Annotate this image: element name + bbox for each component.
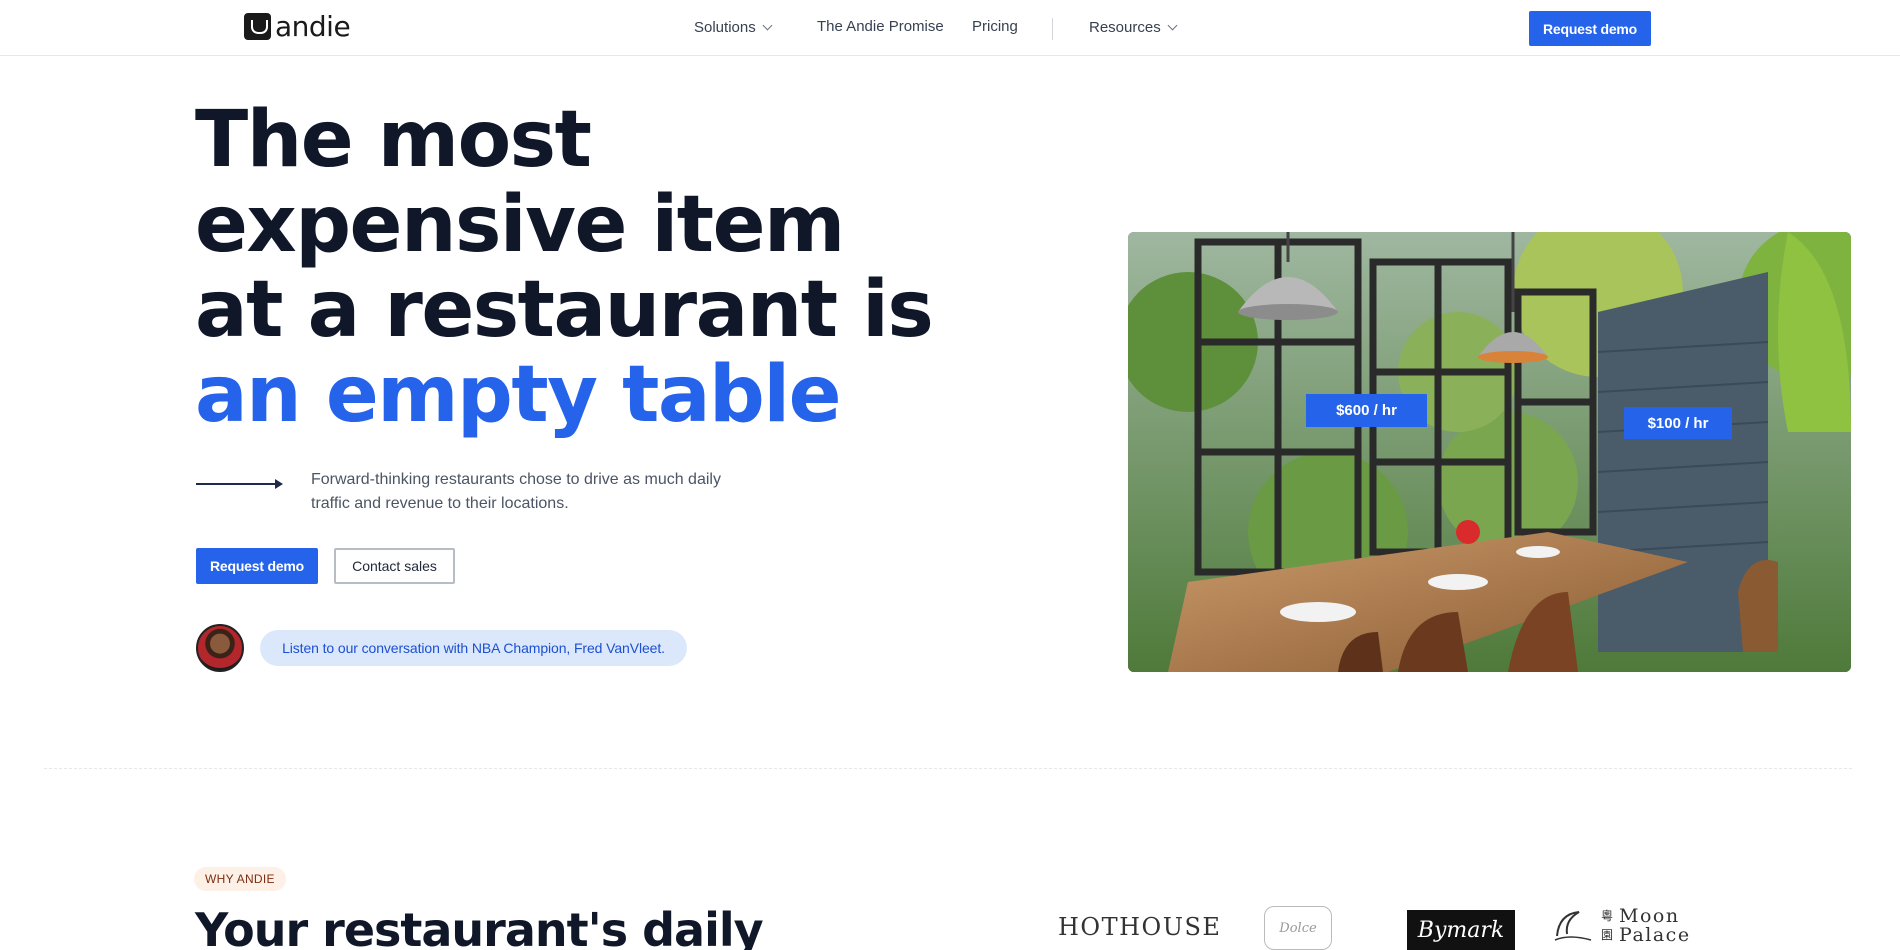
contact-sales-button[interactable]: Contact sales [334, 548, 455, 584]
price-tag-100: $100 / hr [1624, 407, 1732, 439]
hero-subtext: Forward-thinking restaurants chose to dr… [311, 471, 721, 512]
nav-pricing[interactable]: Pricing [972, 18, 1018, 35]
nav-request-demo-button[interactable]: Request demo [1529, 11, 1651, 46]
brand-logo-dolce: Dolce [1264, 906, 1332, 950]
brand-logo-bymark: Bymark [1407, 910, 1515, 950]
hero-headline: The most expensive item at a restaurant … [195, 95, 934, 440]
andie-logo-icon [244, 13, 271, 40]
brand-logo-bymark-text: Bymark [1417, 917, 1505, 943]
moon-palace-cjk: 粵 園 [1601, 907, 1613, 945]
chevron-down-icon [1167, 20, 1178, 31]
nav-solutions-label: Solutions [694, 19, 756, 36]
brand-logo-moon-palace: 粵 園 Moon Palace [1551, 906, 1691, 946]
hero-request-demo-button[interactable]: Request demo [196, 548, 318, 584]
moon-palace-cjk-1: 粵 [1601, 909, 1614, 923]
arrow-right-icon [196, 479, 283, 489]
chevron-down-icon [762, 20, 773, 31]
headline-line-2: expensive item [195, 180, 845, 270]
avatar[interactable] [196, 624, 244, 672]
nav-pricing-label: Pricing [972, 18, 1018, 35]
top-nav: andie Solutions The Andie Promise Pricin… [0, 0, 1900, 56]
moon-palace-cjk-2: 園 [1601, 928, 1614, 942]
podcast-link[interactable]: Listen to our conversation with NBA Cham… [260, 630, 687, 666]
nav-solutions[interactable]: Solutions [694, 19, 773, 36]
why-andie-title: Your restaurant's daily [195, 903, 764, 950]
nav-andie-promise[interactable]: The Andie Promise [817, 18, 944, 35]
nav-andie-promise-label: The Andie Promise [817, 18, 944, 35]
moon-palace-wordmark: Moon Palace [1619, 907, 1691, 945]
andie-logo[interactable]: andie [244, 10, 351, 43]
moon-palace-icon [1554, 911, 1592, 941]
moon-palace-word-2: Palace [1619, 924, 1691, 946]
headline-highlight: an empty table [195, 350, 842, 440]
nav-divider [1052, 18, 1053, 40]
restaurant-scene-image [1128, 232, 1851, 672]
nav-resources[interactable]: Resources [1089, 19, 1178, 36]
why-andie-badge: WHY ANDIE [194, 867, 286, 891]
logo-text: andie [275, 10, 351, 43]
section-divider [44, 768, 1852, 769]
price-tag-600: $600 / hr [1306, 394, 1427, 427]
brand-logo-hothouse: HOTHOUSE [1058, 913, 1222, 941]
restaurant-photo: $600 / hr $100 / hr [1128, 232, 1851, 672]
headline-line-3: at a restaurant is [195, 265, 934, 355]
brand-logo-dolce-text: Dolce [1279, 920, 1317, 936]
nav-resources-label: Resources [1089, 19, 1161, 36]
headline-line-1: The most [195, 95, 592, 185]
